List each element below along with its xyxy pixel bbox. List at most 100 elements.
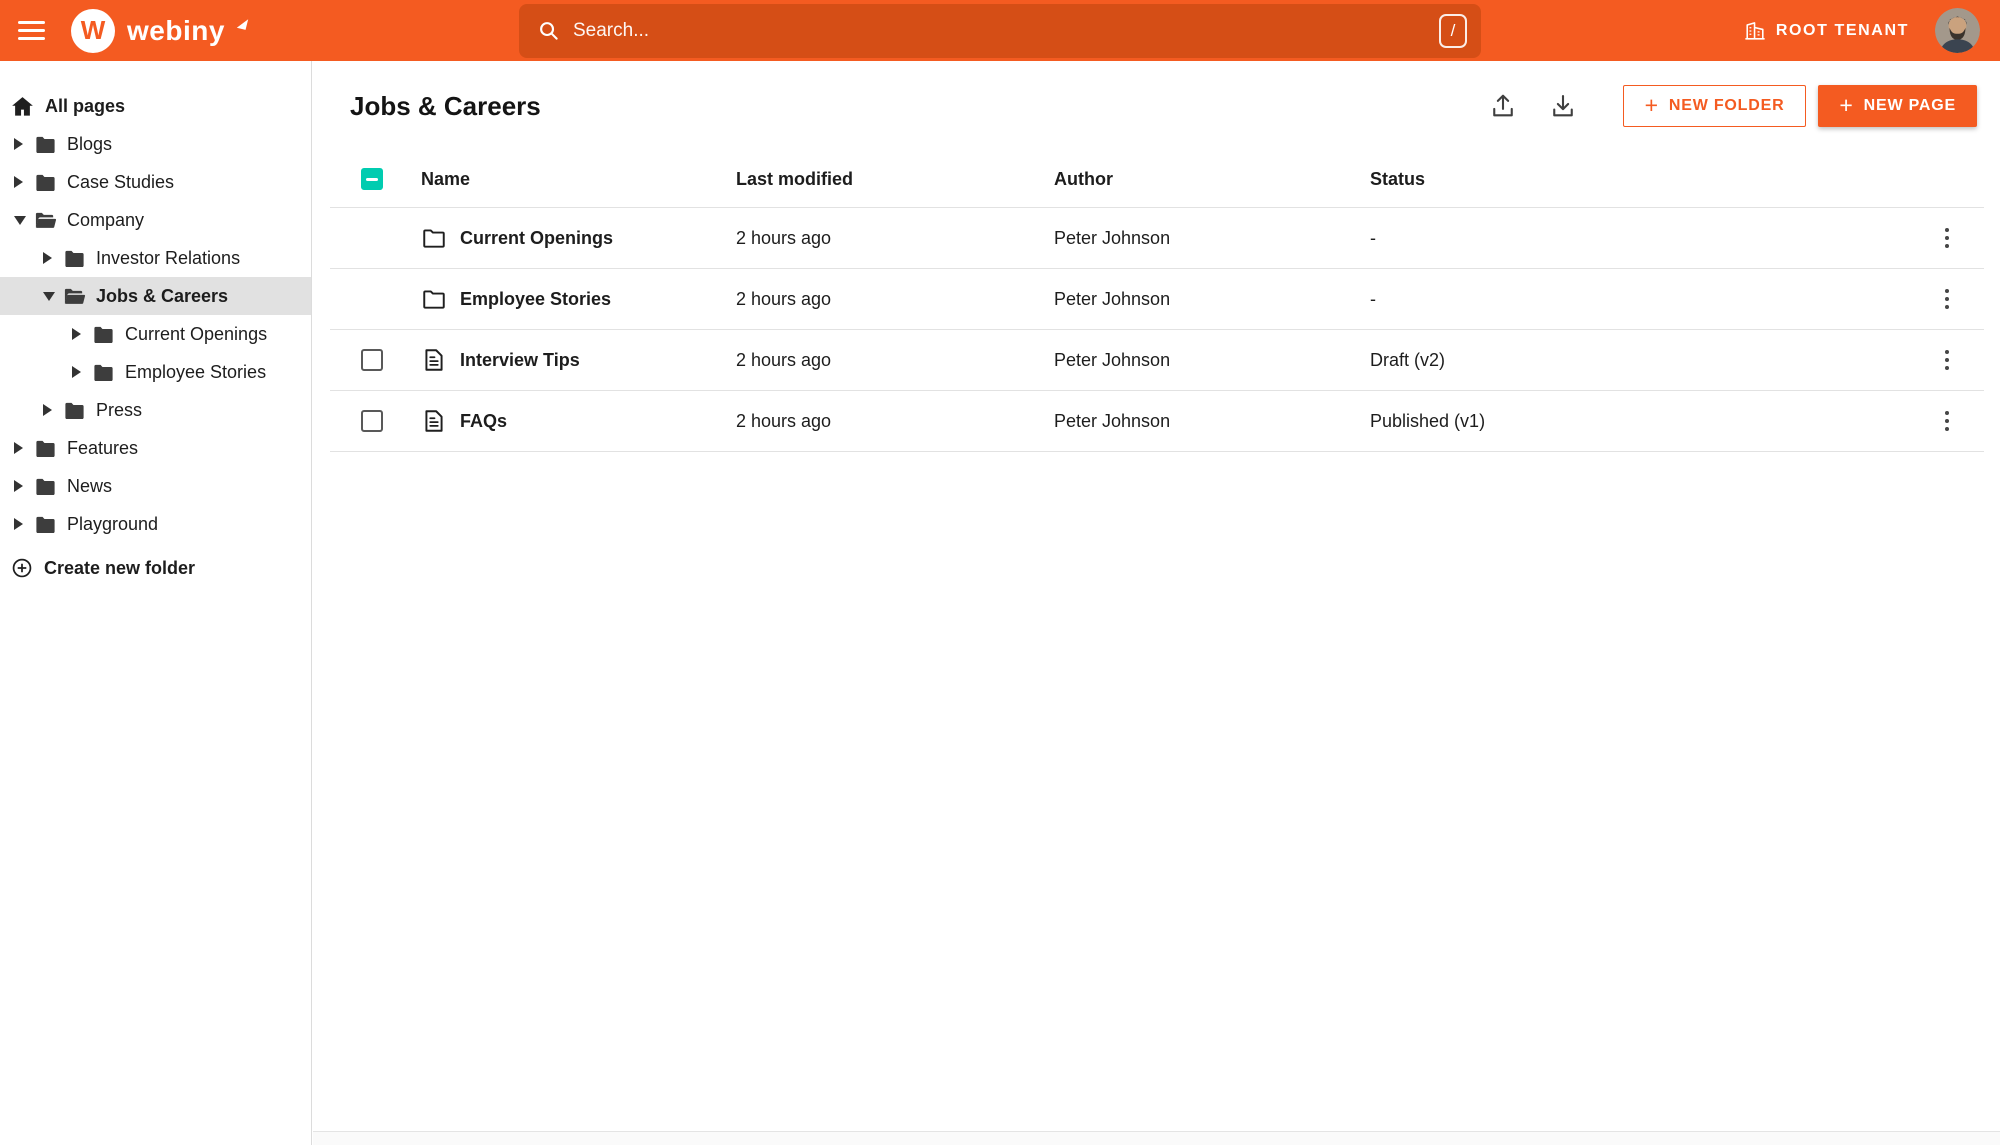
column-header-last-modified[interactable]: Last modified [736,169,1054,190]
chevron-icon[interactable] [72,364,84,380]
sidebar-folder-item[interactable]: Jobs & Careers [0,277,311,315]
folder-icon [34,437,57,460]
folder-icon [34,513,57,536]
row-name: FAQs [460,410,508,431]
chevron-icon[interactable] [43,250,55,266]
row-checkbox[interactable] [361,410,383,432]
sidebar-item-label: Employee Stories [125,361,267,382]
row-author: Peter Johnson [1054,288,1171,309]
search-icon [540,22,558,40]
column-header-author[interactable]: Author [1054,169,1370,190]
column-header-name[interactable]: Name [421,169,736,190]
folder-icon [92,361,115,384]
row-name: Employee Stories [460,288,612,309]
main-content: Jobs & Careers + NEW FOLDER + NEW PAGE N… [313,61,2000,1145]
sidebar-item-label: Blogs [67,133,113,154]
create-new-folder-button[interactable]: Create new folder [0,549,311,587]
tenant-selector[interactable]: ROOT TENANT [1744,20,1909,42]
chevron-icon[interactable] [14,516,26,532]
kebab-menu-icon[interactable] [1938,343,1957,378]
hamburger-menu-icon[interactable] [18,21,45,40]
kebab-menu-icon[interactable] [1938,282,1957,317]
row-last-modified: 2 hours ago [736,349,832,370]
building-icon [1745,21,1765,40]
row-author: Peter Johnson [1054,349,1171,370]
row-status: Draft (v2) [1370,349,1446,370]
table-row[interactable]: Interview Tips 2 hours ago Peter Johnson… [330,330,1984,391]
sidebar-item-label: Case Studies [67,171,175,192]
user-avatar[interactable] [1935,8,1980,53]
row-last-modified: 2 hours ago [736,227,832,248]
sidebar-folder-item[interactable]: Investor Relations [0,239,311,277]
content-footer-bar [313,1131,2000,1145]
sidebar-folder-item[interactable]: Press [0,391,311,429]
new-page-label: NEW PAGE [1863,97,1956,114]
folder-open-icon [63,285,86,308]
chevron-icon[interactable] [72,326,84,342]
sidebar-item-label: Company [67,209,145,230]
chevron-icon[interactable] [14,212,26,228]
table-row[interactable]: Employee Stories 2 hours ago Peter Johns… [330,269,1984,330]
folder-icon [421,225,447,251]
row-last-modified: 2 hours ago [736,410,832,431]
search-input[interactable] [573,19,1426,42]
row-name: Interview Tips [460,349,580,370]
chevron-icon[interactable] [14,174,26,190]
folder-icon [63,247,86,270]
search-bar[interactable]: / [519,3,1481,58]
create-folder-label: Create new folder [44,557,196,578]
pages-table: Name Last modified Author Status Current [330,151,1984,452]
column-header-status[interactable]: Status [1370,169,1910,190]
plus-icon: + [1839,91,1854,118]
top-bar: W webiny / ROOT TENANT [0,0,2000,61]
table-header-row: Name Last modified Author Status [330,151,1984,208]
page-title: Jobs & Careers [350,90,541,121]
avatar-image [1935,8,1980,53]
sidebar-item-label: Playground [67,513,159,534]
sidebar-folder-item[interactable]: Employee Stories [0,353,311,391]
folder-icon [34,133,57,156]
folders-sidebar: All pages Blogs Case Studies Company Inv… [0,61,312,1145]
chevron-icon[interactable] [43,288,55,304]
page-icon [421,408,447,434]
sidebar-folder-item[interactable]: Playground [0,505,311,543]
sidebar-folder-item[interactable]: Current Openings [0,315,311,353]
new-folder-button[interactable]: + NEW FOLDER [1622,85,1807,127]
row-name: Current Openings [460,227,614,248]
row-author: Peter Johnson [1054,410,1171,431]
webiny-logo[interactable]: W webiny [71,8,249,53]
sidebar-folder-item[interactable]: Blogs [0,125,311,163]
chevron-icon[interactable] [14,440,26,456]
sidebar-folder-item[interactable]: Case Studies [0,163,311,201]
sidebar-folder-item[interactable]: News [0,467,311,505]
plus-circle-icon [11,557,33,579]
chevron-icon[interactable] [14,478,26,494]
table-row[interactable]: FAQs 2 hours ago Peter Johnson Published… [330,391,1984,452]
import-button[interactable] [1487,90,1519,122]
page-icon [421,347,447,373]
folder-icon [63,399,86,422]
home-icon [11,95,34,118]
export-button[interactable] [1547,90,1579,122]
webiny-logo-icon: W [71,8,115,53]
kebab-menu-icon[interactable] [1938,404,1957,439]
sidebar-folder-item[interactable]: Features [0,429,311,467]
sidebar-item-label: Jobs & Careers [96,285,229,306]
folder-icon [421,286,447,312]
sidebar-item-all-pages[interactable]: All pages [0,87,311,125]
sidebar-tree: Blogs Case Studies Company Investor Rela… [0,125,311,543]
tenant-label: ROOT TENANT [1775,21,1909,39]
row-status: - [1370,227,1376,248]
kebab-menu-icon[interactable] [1938,221,1957,256]
sidebar-item-label: Investor Relations [96,247,241,268]
new-page-button[interactable]: + NEW PAGE [1818,85,1977,127]
chevron-icon[interactable] [43,402,55,418]
chevron-icon[interactable] [14,136,26,152]
search-shortcut-badge: / [1439,13,1467,48]
table-row[interactable]: Current Openings 2 hours ago Peter Johns… [330,208,1984,269]
row-checkbox[interactable] [361,349,383,371]
sidebar-folder-item[interactable]: Company [0,201,311,239]
select-all-checkbox[interactable] [361,168,383,190]
row-last-modified: 2 hours ago [736,288,832,309]
folder-icon [34,171,57,194]
